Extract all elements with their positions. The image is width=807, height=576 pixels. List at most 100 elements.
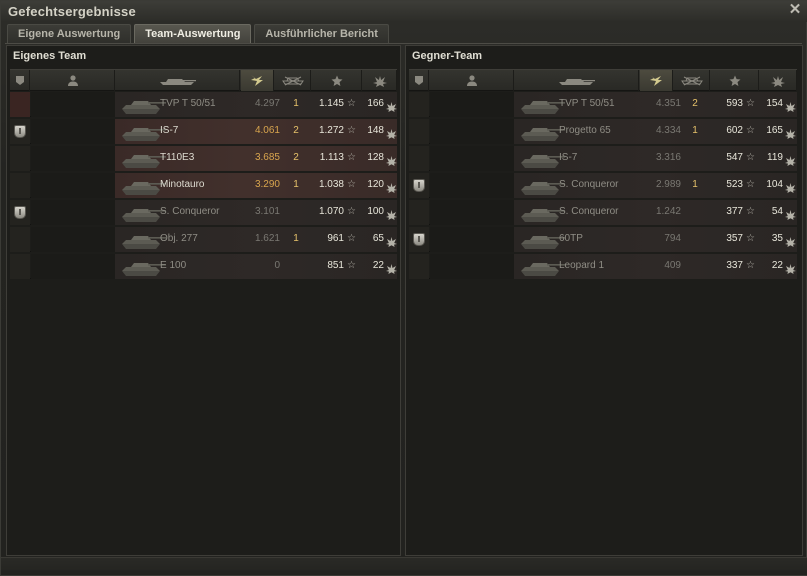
column-header-platoon[interactable] — [409, 70, 429, 91]
xp-value: 602 — [726, 125, 743, 136]
tab-bar: Eigene Auswertung Team-Auswertung Ausfüh… — [7, 24, 392, 43]
enemy-team-title: Gegner-Team — [412, 50, 483, 62]
kills-icon — [680, 75, 703, 86]
platoon-badge-icon — [14, 125, 26, 138]
tank-name: Leopard 1 — [559, 260, 605, 271]
damage-icon — [649, 74, 663, 87]
xp-value: 547 — [726, 152, 743, 163]
platoon-cell — [10, 200, 30, 225]
tab-own-evaluation[interactable]: Eigene Auswertung — [7, 24, 132, 43]
player-name-cell[interactable] — [31, 146, 115, 171]
column-header-kills[interactable] — [275, 70, 311, 91]
tank-name: T110E3 — [160, 152, 195, 163]
rating-icon — [372, 75, 388, 87]
kills-value: 1 — [692, 125, 698, 136]
platoon-cell — [409, 227, 429, 252]
column-header-rating[interactable] — [760, 70, 797, 91]
xp-value: 961 — [327, 233, 344, 244]
table-row[interactable]: 60TP 794 357 ☆ 35 — [409, 227, 797, 252]
column-header-damage[interactable] — [241, 70, 274, 91]
damage-value: 4.061 — [254, 125, 280, 136]
column-header-tank[interactable] — [515, 70, 639, 91]
tab-detailed-report[interactable]: Ausführlicher Bericht — [254, 24, 389, 43]
player-name-cell[interactable] — [31, 119, 115, 144]
column-header-player[interactable] — [31, 70, 115, 91]
player-name-cell[interactable] — [31, 200, 115, 225]
xp-star-icon: ☆ — [347, 125, 356, 136]
rating-value: 54 — [771, 206, 783, 217]
column-header-kills[interactable] — [674, 70, 710, 91]
window-title: Gefechtsergebnisse — [8, 4, 136, 19]
kills-value: 1 — [692, 179, 698, 190]
platoon-cell — [409, 119, 429, 144]
xp-value: 851 — [327, 260, 344, 271]
player-name-cell[interactable] — [430, 146, 514, 171]
platoon-cell — [409, 146, 429, 171]
tank-name: E 100 — [160, 260, 187, 271]
table-row[interactable]: IS-7 4.061 2 1.272 ☆ 148 — [10, 119, 397, 144]
platoon-icon — [15, 75, 25, 86]
rating-value: 104 — [766, 179, 783, 190]
tank-name: 60TP — [559, 233, 583, 244]
column-header-platoon[interactable] — [10, 70, 30, 91]
table-row[interactable]: TVP T 50/51 4.351 2 593 ☆ 154 — [409, 92, 797, 117]
damage-value: 794 — [664, 233, 681, 244]
column-header-xp[interactable] — [312, 70, 362, 91]
kills-icon — [281, 75, 304, 86]
rating-value: 22 — [771, 260, 783, 271]
player-name-cell[interactable] — [430, 173, 514, 198]
rating-value: 119 — [767, 152, 783, 163]
table-row[interactable]: T110E3 3.685 2 1.113 ☆ 128 — [10, 146, 397, 171]
player-name-cell[interactable] — [31, 227, 115, 252]
player-name-cell[interactable] — [430, 92, 514, 117]
close-icon[interactable]: ✕ — [787, 2, 803, 18]
xp-icon — [331, 75, 343, 87]
player-name-cell[interactable] — [31, 254, 115, 279]
rating-value: 35 — [771, 233, 783, 244]
rating-value: 148 — [367, 125, 384, 136]
table-row[interactable]: E 100 0 851 ☆ 22 — [10, 254, 397, 279]
player-name-cell[interactable] — [430, 227, 514, 252]
player-name-cell[interactable] — [430, 254, 514, 279]
player-icon — [67, 75, 78, 86]
table-row[interactable]: Minotauro 3.290 1 1.038 ☆ 120 — [10, 173, 397, 198]
xp-star-icon: ☆ — [746, 152, 755, 163]
column-header-xp[interactable] — [711, 70, 759, 91]
table-row[interactable]: Leopard 1 409 337 ☆ 22 — [409, 254, 797, 279]
player-name-cell[interactable] — [430, 119, 514, 144]
own-team-title: Eigenes Team — [13, 50, 87, 62]
tab-divider — [5, 43, 802, 44]
xp-value: 1.113 — [319, 152, 344, 163]
kills-value: 1 — [293, 179, 299, 190]
player-name-cell[interactable] — [31, 173, 115, 198]
xp-star-icon: ☆ — [347, 98, 356, 109]
column-header-tank[interactable] — [116, 70, 240, 91]
xp-value: 337 — [726, 260, 743, 271]
player-name-cell[interactable] — [31, 92, 115, 117]
table-row[interactable]: Obj. 277 1.621 1 961 ☆ 65 — [10, 227, 397, 252]
column-header-player[interactable] — [430, 70, 514, 91]
table-row[interactable]: S. Conqueror 1.242 377 ☆ 54 — [409, 200, 797, 225]
damage-value: 3.101 — [254, 206, 280, 217]
column-header-rating[interactable] — [363, 70, 397, 91]
xp-value: 377 — [726, 206, 743, 217]
column-header-damage[interactable] — [640, 70, 673, 91]
tank-name: Progetto 65 — [559, 125, 611, 136]
xp-value: 1.038 — [318, 179, 344, 190]
table-row[interactable]: TVP T 50/51 4.297 1 1.145 ☆ 166 — [10, 92, 397, 117]
table-row[interactable]: S. Conqueror 3.101 1.070 ☆ 100 — [10, 200, 397, 225]
table-row[interactable]: S. Conqueror 2.989 1 523 ☆ 104 — [409, 173, 797, 198]
xp-star-icon: ☆ — [746, 260, 755, 271]
xp-value: 357 — [726, 233, 743, 244]
player-name-cell[interactable] — [430, 200, 514, 225]
tab-team-evaluation[interactable]: Team-Auswertung — [134, 24, 252, 43]
xp-value: 523 — [726, 179, 743, 190]
rating-wings-icon — [386, 153, 397, 166]
table-row[interactable]: IS-7 3.316 547 ☆ 119 — [409, 146, 797, 171]
platoon-cell — [10, 146, 30, 171]
tank-name: IS-7 — [559, 152, 578, 163]
platoon-cell — [10, 173, 30, 198]
own-team-header — [10, 69, 397, 91]
table-row[interactable]: Progetto 65 4.334 1 602 ☆ 165 — [409, 119, 797, 144]
xp-star-icon: ☆ — [746, 125, 755, 136]
